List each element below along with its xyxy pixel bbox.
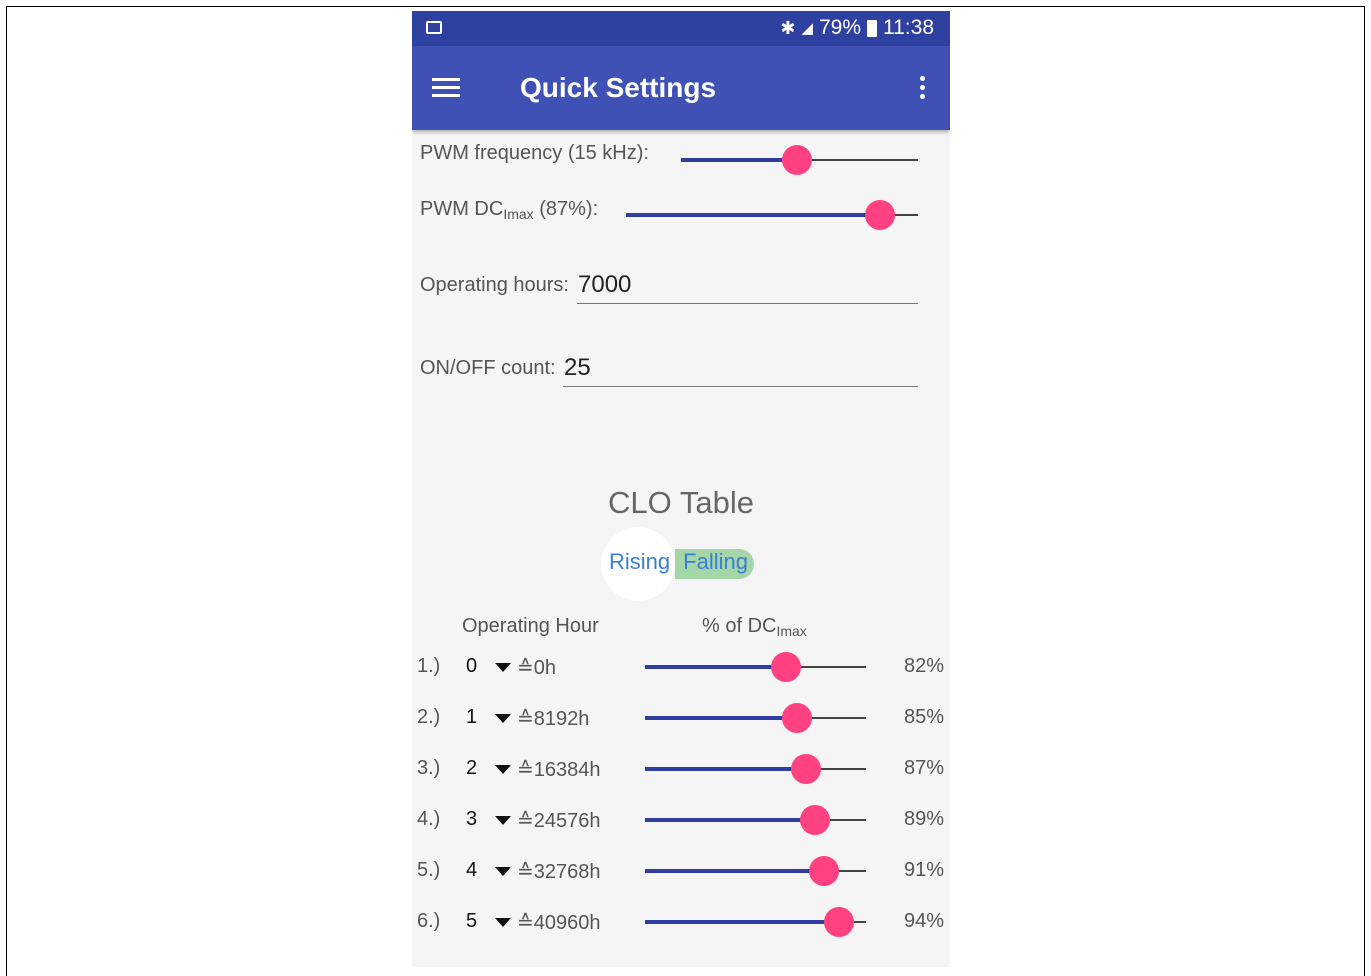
clo-table-row: 5.) 4 ≙32768h 91% [412,856,950,899]
slider-fill [645,920,840,924]
slider-thumb[interactable] [771,652,802,682]
slider-fill [626,213,881,217]
slider-thumb[interactable] [782,145,813,175]
row-dc-slider[interactable] [645,805,866,835]
operating-hours-value: 7000 [578,271,632,298]
phone-screen: ✱ ◢ 79% 11:38 Quick Settings PWM frequen… [412,11,950,967]
row-step-value: 3 [466,808,478,830]
image-notification-icon [426,21,442,34]
slider-thumb[interactable] [800,805,831,835]
slider-fill [645,716,798,720]
row-hours: ≙32768h [517,861,601,883]
row-hours: ≙24576h [517,810,601,832]
dropdown-arrow-icon[interactable] [495,765,511,774]
dropdown-arrow-icon[interactable] [495,816,511,825]
row-step-value: 5 [466,910,478,932]
row-percent: 87% [903,757,944,779]
row-dc-slider[interactable] [645,703,866,733]
clo-table-title: CLO Table [608,485,754,520]
operating-hours-label: Operating hours: [420,274,569,296]
clo-table-row: 3.) 2 ≙16384h 87% [412,754,950,797]
row-hours: ≙16384h [517,759,601,781]
row-percent: 82% [903,655,944,677]
rising-falling-toggle[interactable]: Rising Falling [607,549,754,579]
slider-thumb[interactable] [809,856,839,886]
slider-fill [645,767,807,771]
dropdown-arrow-icon[interactable] [495,663,511,672]
column-header-percent: % of DCImax [702,615,807,639]
clo-table-row: 1.) 0 ≙0h 82% [412,652,950,695]
overflow-menu-icon[interactable] [918,76,926,102]
column-header-operating-hour: Operating Hour [462,615,599,637]
row-number: 2.) [417,706,441,728]
pwm-frequency-label: PWM frequency (15 kHz): [420,142,649,164]
row-step-value: 4 [466,859,478,881]
row-step-value: 0 [466,655,478,677]
clock: 11:38 [883,16,934,39]
row-step-value: 1 [466,706,478,728]
row-hours: ≙0h [517,657,557,679]
battery-percent: 79% [818,16,861,39]
row-dc-slider[interactable] [645,907,866,937]
clo-table-row: 2.) 1 ≙8192h 85% [412,703,950,746]
app-bar: Quick Settings [412,46,950,130]
pwm-frequency-slider[interactable] [681,145,918,175]
row-number: 4.) [417,808,441,830]
row-dc-slider[interactable] [645,856,866,886]
row-percent: 91% [903,859,944,881]
clo-table-row: 4.) 3 ≙24576h 89% [412,805,950,848]
hamburger-menu-icon[interactable] [432,78,460,98]
on-off-count-field[interactable]: 25 [563,348,918,387]
on-off-count-label: ON/OFF count: [420,357,556,379]
row-hours: ≙8192h [517,708,590,730]
slider-thumb[interactable] [824,907,855,937]
dropdown-arrow-icon[interactable] [495,867,511,876]
row-percent: 94% [903,910,944,932]
clo-table-row: 6.) 5 ≙40960h 94% [412,907,950,950]
row-dc-slider[interactable] [645,652,866,682]
slider-fill [645,869,824,873]
on-off-count-value: 25 [564,354,591,381]
toggle-rising[interactable]: Rising [607,549,672,579]
slider-thumb[interactable] [791,754,822,784]
operating-hours-field[interactable]: 7000 [577,265,918,304]
bluetooth-icon: ✱ [780,17,796,38]
pwm-dc-slider[interactable] [626,200,918,230]
slider-fill [681,158,798,162]
slider-thumb[interactable] [865,200,896,230]
row-hours: ≙40960h [517,912,601,934]
slider-fill [645,818,816,822]
row-step-value: 2 [466,757,478,779]
toggle-falling[interactable]: Falling [675,549,754,579]
dropdown-arrow-icon[interactable] [495,918,511,927]
row-percent: 85% [903,706,944,728]
row-number: 3.) [417,757,441,779]
row-percent: 89% [903,808,944,830]
dropdown-arrow-icon[interactable] [495,714,511,723]
status-bar: ✱ ◢ 79% 11:38 [412,11,950,46]
signal-icon: ◢ [801,20,813,37]
row-number: 5.) [417,859,441,881]
status-right: ✱ ◢ 79% 11:38 [780,16,934,40]
pwm-dc-label: PWM DCImax (87%): [420,198,599,222]
slider-thumb[interactable] [782,703,813,733]
row-number: 6.) [417,910,441,932]
battery-icon [867,19,877,37]
page-title: Quick Settings [520,72,717,103]
slider-fill [645,665,787,669]
row-number: 1.) [417,655,441,677]
row-dc-slider[interactable] [645,754,866,784]
